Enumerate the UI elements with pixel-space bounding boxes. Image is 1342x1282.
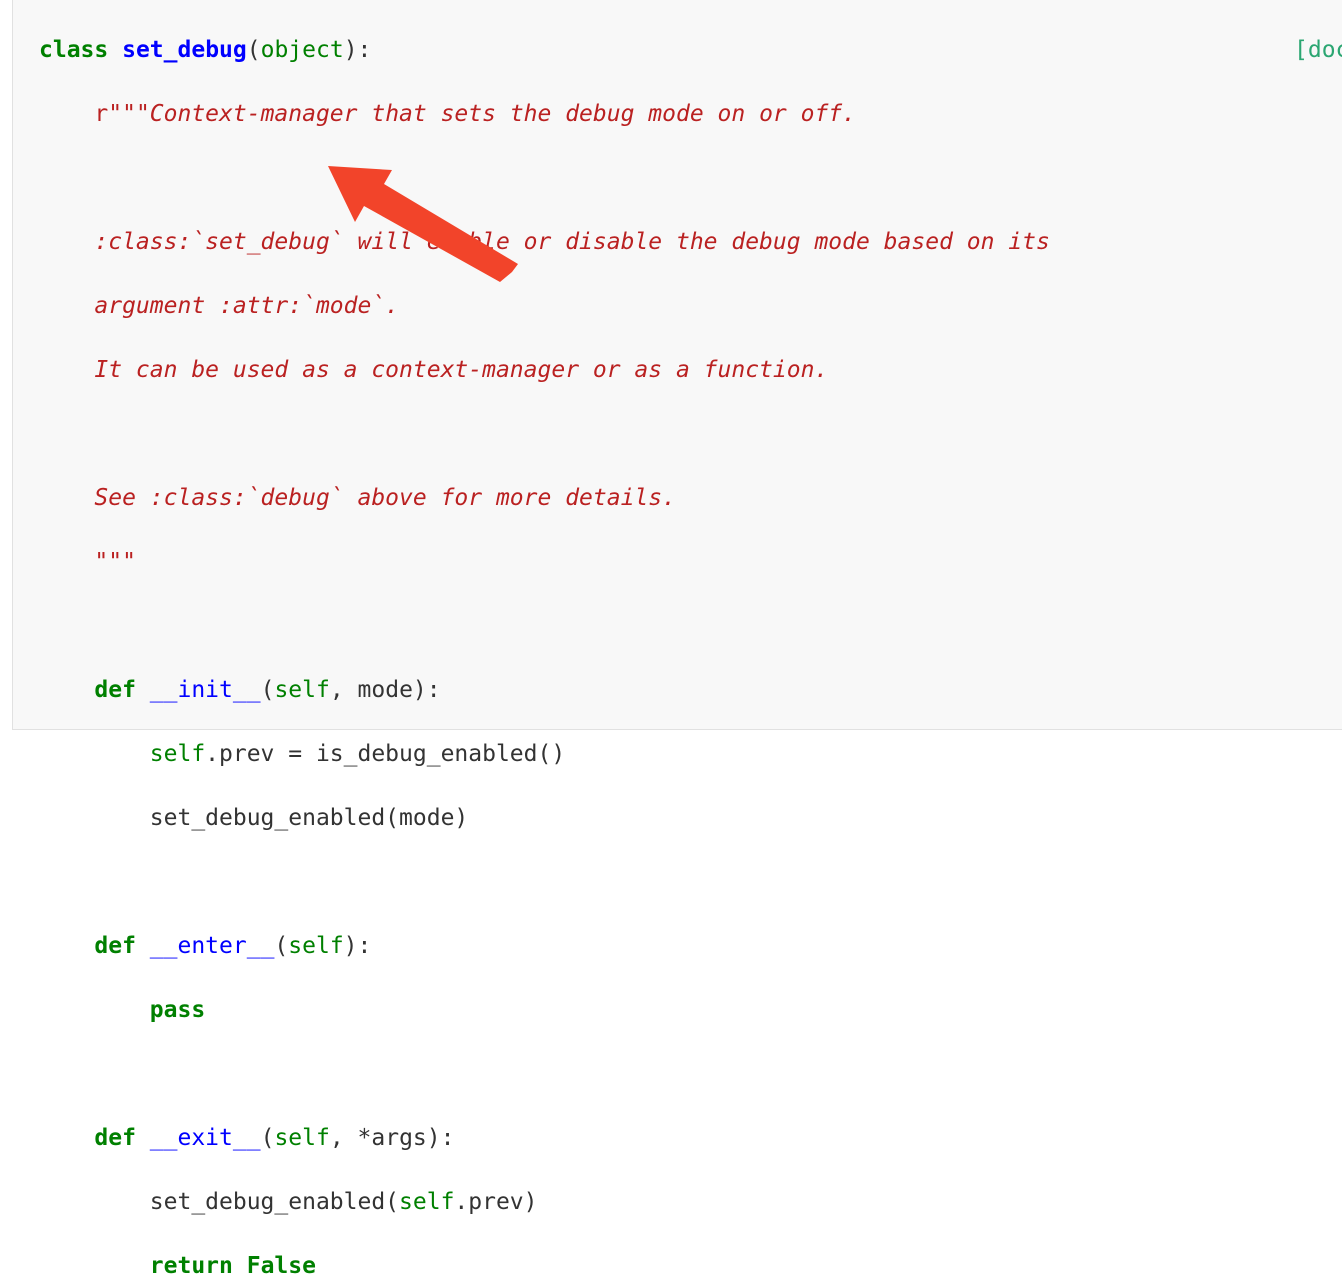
code-line-1: class set_debug(object): [39, 34, 1050, 66]
code-line-9: """ [39, 546, 1050, 578]
code-line-6: It can be used as a context-manager or a… [39, 354, 1050, 386]
paren: ( [246, 37, 261, 63]
code-block: class set_debug(object): r"""Context-man… [12, 0, 1342, 1279]
statement: set_debug_enabled(mode) [149, 805, 469, 831]
docstring-line: It can be used as a context-manager or a… [94, 357, 829, 383]
function-name: __init__ [149, 677, 261, 703]
self-param: self [274, 677, 330, 703]
self-param: self [274, 1125, 330, 1151]
paren: ( [274, 933, 289, 959]
params: , *args): [329, 1125, 455, 1151]
statement: .prev = is_debug_enabled() [205, 741, 566, 767]
code-line-16: pass [39, 994, 1050, 1026]
docstring-line: argument :attr:`mode`. [94, 293, 400, 319]
docstring-line: """Context-manager that sets the debug m… [108, 101, 856, 127]
code-line-13: set_debug_enabled(mode) [39, 802, 1050, 834]
constant-false: False [246, 1253, 316, 1279]
code-line-19: set_debug_enabled(self.prev) [39, 1186, 1050, 1218]
code-line-18: def __exit__(self, *args): [39, 1122, 1050, 1154]
params: , mode): [329, 677, 441, 703]
keyword-def: def [94, 933, 136, 959]
keyword-return: return [149, 1253, 233, 1279]
call-end: .prev) [454, 1189, 538, 1215]
self-ref: self [399, 1189, 455, 1215]
paren: ( [260, 1125, 275, 1151]
class-name: set_debug [122, 37, 247, 63]
paren-colon: ): [343, 37, 372, 63]
code-line-15: def __enter__(self): [39, 930, 1050, 962]
docstring-line: See :class:`debug` above for more detail… [94, 485, 676, 511]
docstring-end: """ [94, 549, 136, 575]
code-line-8: See :class:`debug` above for more detail… [39, 482, 1050, 514]
params: ): [343, 933, 372, 959]
code-line-4: :class:`set_debug` will enable or disabl… [39, 226, 1050, 258]
code-line-20: return False [39, 1250, 1050, 1282]
source-code: class set_debug(object): r"""Context-man… [39, 34, 1050, 1282]
paren: ( [260, 677, 275, 703]
code-line-5: argument :attr:`mode`. [39, 290, 1050, 322]
code-line-11: def __init__(self, mode): [39, 674, 1050, 706]
string-prefix: r [94, 101, 109, 127]
keyword-def: def [94, 1125, 136, 1151]
code-line-2: r"""Context-manager that sets the debug … [39, 98, 1050, 130]
keyword-def: def [94, 677, 136, 703]
keyword-class: class [39, 37, 109, 63]
code-line-12: self.prev = is_debug_enabled() [39, 738, 1050, 770]
docstring-line: :class:`set_debug` will enable or disabl… [94, 229, 1050, 255]
keyword-pass: pass [149, 997, 206, 1023]
function-name: __exit__ [149, 1125, 261, 1151]
source-link[interactable]: [doc [1294, 34, 1342, 66]
self-ref: self [149, 741, 206, 767]
self-param: self [288, 933, 344, 959]
function-name: __enter__ [149, 933, 275, 959]
base-class: object [260, 37, 344, 63]
call-start: set_debug_enabled( [149, 1189, 400, 1215]
